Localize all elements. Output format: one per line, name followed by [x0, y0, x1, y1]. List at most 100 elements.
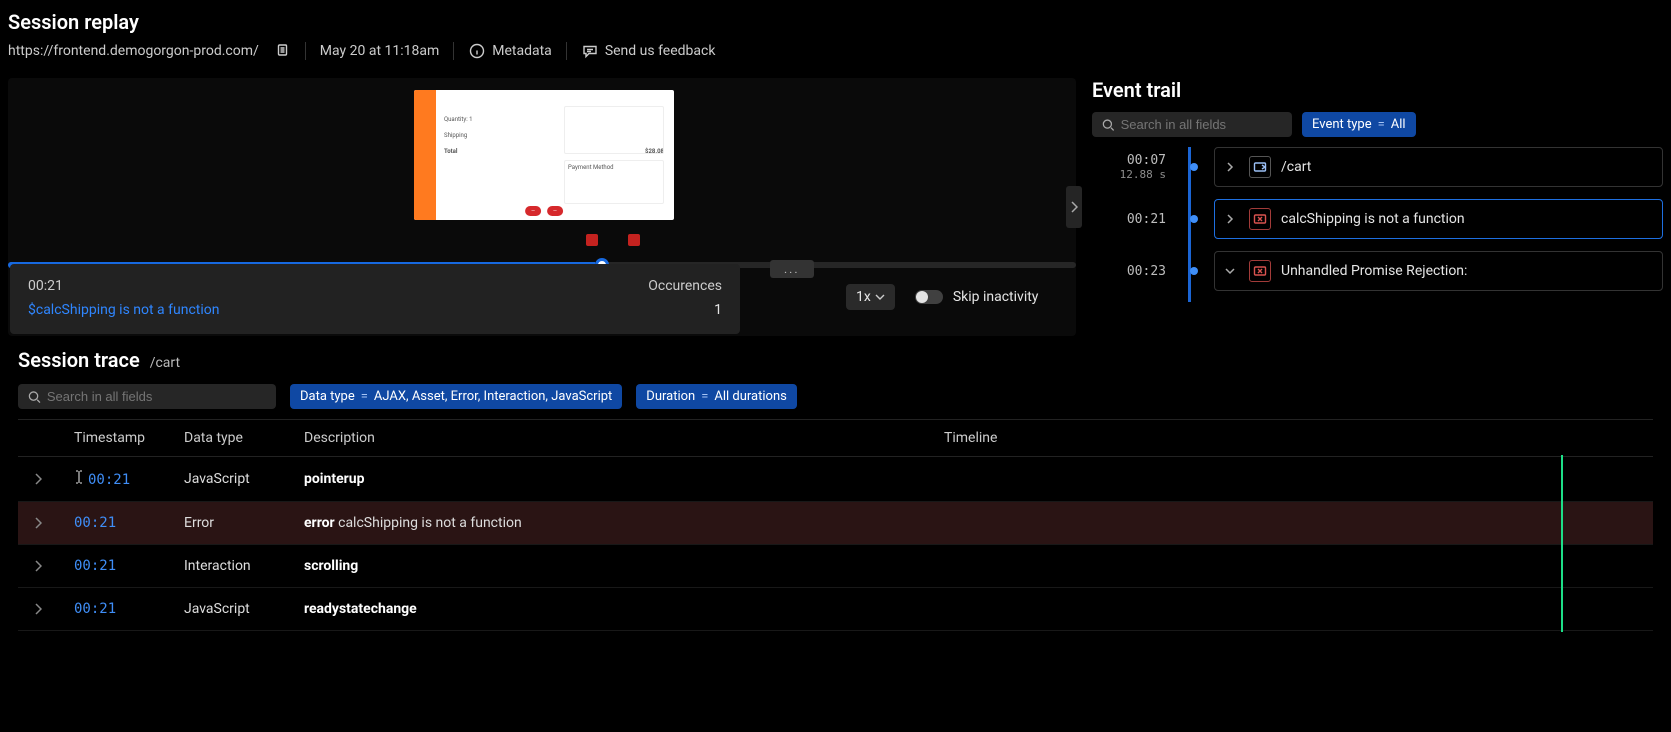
chevron-right-icon[interactable] — [1225, 162, 1239, 172]
trail-time: 00:23 — [1092, 264, 1166, 279]
header-meta-row: https://frontend.demogorgon-prod.com/ Ma… — [8, 42, 1663, 60]
expand-icon[interactable] — [18, 502, 58, 545]
ibeam-icon — [74, 470, 88, 484]
trail-search-input[interactable] — [1121, 117, 1282, 132]
trace-search[interactable] — [18, 384, 276, 409]
trail-marker — [1190, 163, 1198, 171]
col-timestamp[interactable]: Timestamp — [58, 420, 168, 457]
table-row[interactable]: 00:21 Interactionscrolling — [18, 545, 1653, 588]
trail-filter[interactable]: Event type = All — [1302, 112, 1416, 137]
trail-label: calcShipping is not a function — [1281, 211, 1465, 227]
table-row[interactable]: 00:21 Errorerror calcShipping is not a fu… — [18, 502, 1653, 545]
row-timestamp: 00:21 — [74, 601, 116, 617]
trace-filter-type-value: AJAX, Asset, Error, Interaction, JavaScr… — [374, 389, 612, 404]
trail-filter-value: All — [1391, 117, 1406, 132]
trail-filter-label: Event type — [1312, 117, 1372, 132]
row-description: scrolling — [288, 545, 928, 588]
session-url: https://frontend.demogorgon-prod.com/ — [8, 43, 259, 59]
feedback-label: Send us feedback — [605, 43, 716, 59]
col-datatype[interactable]: Data type — [168, 420, 288, 457]
speed-select[interactable]: 1x — [846, 284, 895, 310]
chevron-right-icon[interactable] — [1225, 214, 1239, 224]
chevron-down-icon — [875, 292, 885, 302]
error-markers — [8, 234, 1076, 254]
trace-filter-duration[interactable]: Duration = All durations — [636, 384, 797, 409]
session-trace-title: Session trace — [18, 348, 140, 372]
row-timestamp: 00:21 — [88, 472, 130, 488]
playhead-marker — [1561, 500, 1563, 546]
session-trace-crumb: /cart — [150, 355, 180, 371]
playhead-marker — [1561, 586, 1563, 632]
expand-icon[interactable] — [18, 545, 58, 588]
trail-label: Unhandled Promise Rejection: — [1281, 263, 1467, 279]
tooltip-error: $calcShipping is not a function — [28, 302, 219, 318]
expand-icon[interactable] — [18, 457, 58, 502]
info-icon — [468, 42, 486, 60]
row-description: readystatechange — [288, 588, 928, 631]
metadata-label: Metadata — [492, 43, 552, 59]
row-description: pointerup — [288, 457, 928, 502]
route-icon — [1249, 156, 1271, 178]
tooltip-time: 00:21 — [28, 278, 63, 294]
row-timestamp: 00:21 — [74, 515, 116, 531]
row-datatype: Interaction — [168, 545, 288, 588]
trail-time: 00:21 — [1092, 212, 1166, 227]
trail-search[interactable] — [1092, 112, 1292, 137]
row-timeline — [928, 588, 1653, 631]
more-handle[interactable]: ... — [770, 260, 814, 278]
error-tooltip: 00:21 Occurences $calcShipping is not a … — [10, 264, 740, 334]
trail-marker — [1190, 267, 1198, 275]
session-timestamp: May 20 at 11:18am — [320, 43, 439, 59]
table-row[interactable]: 00:21 JavaScriptpointerup — [18, 457, 1653, 502]
event-trail-title: Event trail — [1092, 78, 1663, 102]
col-description[interactable]: Description — [288, 420, 928, 457]
session-player: Quantity: 1 Shipping Total$28.08 Payment… — [8, 78, 1076, 336]
copy-icon[interactable] — [273, 42, 291, 60]
trail-duration: 12.88 s — [1092, 168, 1166, 181]
trace-filter-type[interactable]: Data type = AJAX, Asset, Error, Interact… — [290, 384, 622, 409]
tooltip-count: 1 — [714, 302, 722, 318]
row-timeline — [928, 457, 1653, 502]
trail-row[interactable]: 00:21 calcShipping is not a function — [1092, 199, 1663, 239]
metadata-link[interactable]: Metadata — [468, 42, 552, 60]
trace-search-input[interactable] — [47, 389, 266, 404]
trail-row[interactable]: 00:0712.88 s/cart — [1092, 147, 1663, 187]
skip-inactivity-toggle[interactable] — [915, 290, 943, 304]
trace-filter-dur-label: Duration — [646, 389, 695, 404]
row-description: error calcShipping is not a function — [288, 502, 928, 545]
playhead-marker — [1561, 455, 1563, 503]
row-timestamp: 00:21 — [74, 558, 116, 574]
trace-filter-dur-value: All durations — [714, 389, 786, 404]
expand-icon[interactable] — [18, 588, 58, 631]
replay-thumbnail[interactable]: Quantity: 1 Shipping Total$28.08 Payment… — [414, 90, 674, 220]
chevron-right-icon — [1070, 201, 1078, 213]
col-timeline[interactable]: Timeline — [928, 420, 1653, 457]
speed-label: 1x — [856, 289, 871, 305]
chat-icon — [581, 42, 599, 60]
row-datatype: JavaScript — [168, 588, 288, 631]
error-icon — [1249, 208, 1271, 230]
trace-filter-type-label: Data type — [300, 389, 355, 404]
trail-row[interactable]: 00:23 Unhandled Promise Rejection: — [1092, 251, 1663, 291]
search-icon — [1102, 118, 1115, 132]
row-datatype: Error — [168, 502, 288, 545]
trail-time: 00:07 — [1092, 153, 1166, 168]
trail-card[interactable]: calcShipping is not a function — [1214, 199, 1663, 239]
table-row[interactable]: 00:21 JavaScriptreadystatechange — [18, 588, 1653, 631]
tooltip-occur-label: Occurences — [648, 278, 722, 294]
collapse-sidebar-button[interactable] — [1066, 186, 1082, 228]
error-icon — [1249, 260, 1271, 282]
page-title: Session replay — [8, 10, 1663, 34]
trail-card[interactable]: Unhandled Promise Rejection: — [1214, 251, 1663, 291]
trail-card[interactable]: /cart — [1214, 147, 1663, 187]
row-timeline — [928, 502, 1653, 545]
feedback-link[interactable]: Send us feedback — [581, 42, 716, 60]
trail-label: /cart — [1281, 159, 1311, 175]
chevron-down-icon[interactable] — [1225, 266, 1239, 276]
skip-inactivity-label: Skip inactivity — [953, 289, 1039, 305]
row-datatype: JavaScript — [168, 457, 288, 502]
row-timeline — [928, 545, 1653, 588]
playhead-marker — [1561, 543, 1563, 589]
search-icon — [28, 390, 41, 404]
trail-marker — [1190, 215, 1198, 223]
